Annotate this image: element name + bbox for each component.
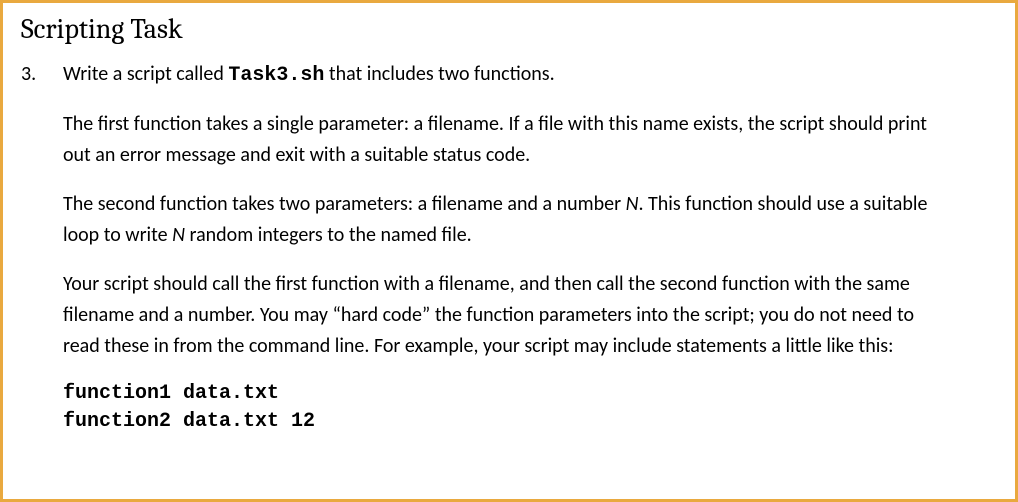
function2-paragraph: The second function takes two parameters…: [63, 189, 943, 251]
usage-paragraph: Your script should call the first functi…: [63, 269, 943, 362]
task-frame: Scripting Task 3. Write a script called …: [0, 0, 1018, 502]
intro-pre: Write a script called: [63, 62, 228, 86]
code-line-1: function1 data.txt: [63, 382, 279, 405]
section-title: Scripting Task: [21, 13, 997, 45]
task-item: 3. Write a script called Task3.sh that i…: [21, 59, 997, 436]
p2-a: The second function takes two parameters…: [63, 192, 626, 216]
item-number: 3.: [21, 59, 39, 89]
intro-post: that includes two functions.: [324, 62, 554, 86]
script-filename: Task3.sh: [228, 64, 324, 87]
code-line-2: function2 data.txt 12: [63, 410, 315, 433]
p2-c: random integers to the named file.: [185, 223, 472, 247]
function1-paragraph: The first function takes a single parame…: [63, 109, 943, 171]
example-code: function1 data.txt function2 data.txt 12: [63, 380, 943, 436]
intro-paragraph: Write a script called Task3.sh that incl…: [63, 59, 943, 91]
var-n-1: N: [626, 192, 639, 216]
task-body: Write a script called Task3.sh that incl…: [63, 59, 943, 436]
var-n-2: N: [172, 223, 185, 247]
